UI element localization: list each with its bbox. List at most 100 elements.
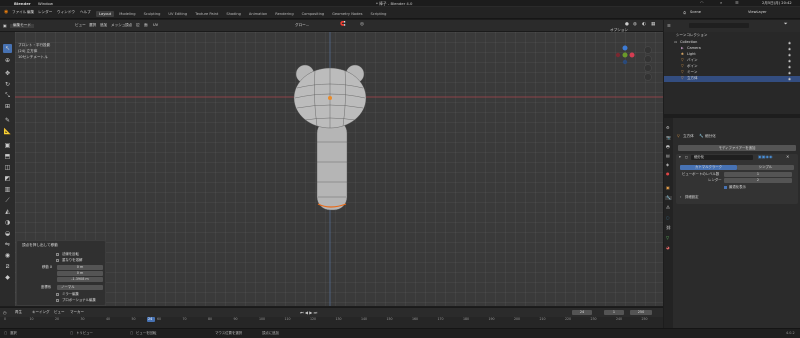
orientation-selector[interactable]: グロー... (295, 23, 309, 28)
menu-help[interactable]: ヘルプ (80, 10, 91, 15)
dissolve-checkbox[interactable] (56, 259, 59, 262)
tab-compositing[interactable]: Compositing (299, 11, 328, 17)
viewport-levels-field[interactable]: 1 (724, 172, 792, 177)
modifier-name-field[interactable]: 細分化 (691, 155, 753, 160)
tab-rendering[interactable]: Rendering (272, 11, 296, 17)
move-z-field[interactable]: -1.3908 m (57, 277, 103, 282)
shading-wire-icon[interactable]: ◍ (633, 22, 637, 28)
rotate-icon[interactable]: ↻ (3, 80, 12, 89)
knife-icon[interactable]: ⟋ (3, 196, 12, 205)
proportional-edit-icon[interactable]: ◎ (360, 22, 364, 28)
tab-shading[interactable]: Shading (223, 11, 244, 17)
control-center-icon[interactable]: ☰ (735, 1, 739, 5)
world-props-icon[interactable]: ● (666, 172, 670, 176)
tab-animation[interactable]: Animation (246, 11, 270, 17)
output-props-icon[interactable]: 🖶 (666, 145, 670, 149)
simple-tab[interactable]: シンプル (737, 165, 794, 170)
viewport-menu-edge[interactable]: 辺 (136, 23, 140, 28)
add-cube-icon[interactable]: ▣ (3, 141, 12, 150)
playhead[interactable]: 24 (147, 317, 155, 322)
material-props-icon[interactable]: ◕ (666, 246, 670, 250)
playback-controls[interactable]: ⏮ ◀ ▶ ⏭ (300, 310, 317, 315)
tab-texture-paint[interactable]: Texture Paint (192, 11, 221, 17)
menu-file[interactable]: ファイル (12, 10, 26, 15)
advanced-section[interactable]: 詳細設定 (685, 195, 699, 199)
tool-props-icon[interactable]: ⚙ (666, 126, 670, 130)
operator-panel-title[interactable]: 頂点を押し出して移動 (22, 243, 58, 248)
timeline-menu-keying[interactable]: キーイング (32, 310, 50, 315)
wifi-icon[interactable]: ◠ (700, 1, 704, 5)
snap-icon[interactable]: 🧲 (340, 22, 346, 28)
particles-props-icon[interactable]: ⁂ (666, 206, 670, 210)
timeline-menu-playback[interactable]: 再生 (15, 310, 22, 315)
mirror-edit-checkbox[interactable] (56, 293, 59, 296)
scene-selector[interactable]: Scene (690, 10, 701, 15)
outliner-search-input[interactable] (689, 23, 749, 28)
clock[interactable]: 2月5日(月) 20:42 (762, 1, 792, 6)
poly-build-icon[interactable]: ◭ (3, 207, 12, 216)
spin-icon[interactable]: ◑ (3, 218, 12, 227)
overlay-icon[interactable]: ◐ (642, 22, 646, 28)
search-icon[interactable]: ⌕ (720, 1, 722, 5)
object-props-icon[interactable]: ▣ (666, 186, 670, 190)
edge-slide-icon[interactable]: ⇋ (3, 240, 12, 249)
scene-collection-label[interactable]: シーンコレクション (676, 33, 707, 38)
tab-uv-editing[interactable]: UV Editing (165, 11, 190, 17)
constraint-props-icon[interactable]: ⛓ (666, 226, 671, 230)
add-modifier-button[interactable]: モディファイアーを追加 (678, 145, 796, 151)
optimal-display-checkbox[interactable] (724, 186, 727, 189)
bevel-icon[interactable]: ◩ (3, 174, 12, 183)
mode-selector[interactable]: 編集モード (10, 23, 34, 28)
menu-edit[interactable]: 編集 (27, 10, 34, 15)
catmull-clark-tab[interactable]: カトマルクラーク (680, 165, 737, 170)
flip-normals-checkbox[interactable] (56, 253, 59, 256)
menu-render[interactable]: レンダー (38, 10, 52, 15)
physics-props-icon[interactable]: ◌ (666, 216, 670, 220)
viewport-menu-view[interactable]: ビュー (75, 23, 86, 28)
app-name[interactable]: Blender (14, 1, 31, 6)
eye-icon[interactable]: ◉ (788, 76, 798, 82)
transform-icon[interactable]: ⊞ (3, 102, 12, 111)
proportional-checkbox[interactable] (56, 299, 59, 302)
modifier-props-icon[interactable]: 🔧 (665, 196, 672, 200)
measure-icon[interactable]: 📐 (3, 127, 12, 136)
outliner-row-active[interactable]: ▽ 立方体 (664, 76, 800, 82)
scale-icon[interactable]: ⤡ (3, 91, 12, 100)
inset-icon[interactable]: ◫ (3, 163, 12, 172)
3d-viewport[interactable]: プロント・平行投影 (24) 立方体 10センチメートル (15, 32, 663, 306)
shrink-fatten-icon[interactable]: ◉ (3, 251, 12, 260)
rip-icon[interactable]: ◆ (3, 273, 12, 282)
shading-solid-icon[interactable]: ● (625, 22, 629, 28)
viewport-menu-mesh[interactable]: メッシュ (111, 23, 125, 28)
cursor-icon[interactable]: ⊕ (3, 56, 12, 65)
scene-icon[interactable]: ⛭ (683, 10, 686, 15)
timeline-menu-marker[interactable]: マーカー (70, 310, 84, 315)
tab-scripting[interactable]: Scripting (367, 11, 389, 17)
tab-layout[interactable]: Layout (96, 11, 115, 17)
render-levels-field[interactable]: 2 (724, 178, 792, 183)
modifier-toggle-icons[interactable]: ▣▣◉◉ (758, 155, 773, 159)
tab-modeling[interactable]: Modeling (116, 11, 138, 17)
current-frame-field[interactable]: 24 (572, 310, 592, 315)
shear-icon[interactable]: ⧄ (3, 262, 12, 271)
smooth-icon[interactable]: ◒ (3, 229, 12, 238)
tab-sculpting[interactable]: Sculpting (141, 11, 164, 17)
editor-type-icon[interactable]: ▣ (3, 23, 7, 28)
timeline-editor-icon[interactable]: ◷ (3, 311, 7, 315)
expand-icon[interactable]: › (680, 195, 681, 199)
annotate-icon[interactable]: ✎ (3, 116, 12, 125)
viewport-menu-face[interactable]: 面 (144, 23, 148, 28)
modifier-close-icon[interactable]: ✕ (786, 155, 789, 159)
move-icon[interactable]: ✥ (3, 69, 12, 78)
select-box-icon[interactable]: ↖ (3, 44, 12, 53)
viewport-menu-select[interactable]: 選択 (89, 23, 96, 28)
viewport-menu-vertex[interactable]: 頂点 (125, 23, 132, 28)
scene-props-icon[interactable]: ◈ (666, 163, 669, 167)
loop-cut-icon[interactable]: ▥ (3, 185, 12, 194)
timeline-menu-view[interactable]: ビュー (54, 310, 65, 315)
menu-window[interactable]: ウィンドウ (57, 10, 75, 15)
timeline[interactable]: 0 10 20 30 40 50 60 70 80 90 100 110 120 130 140 150 160… (0, 317, 663, 328)
menu-window[interactable]: Window (38, 1, 53, 6)
end-frame-field[interactable]: 250 (630, 310, 652, 315)
orientation-dropdown[interactable]: ノーマル (57, 285, 103, 290)
